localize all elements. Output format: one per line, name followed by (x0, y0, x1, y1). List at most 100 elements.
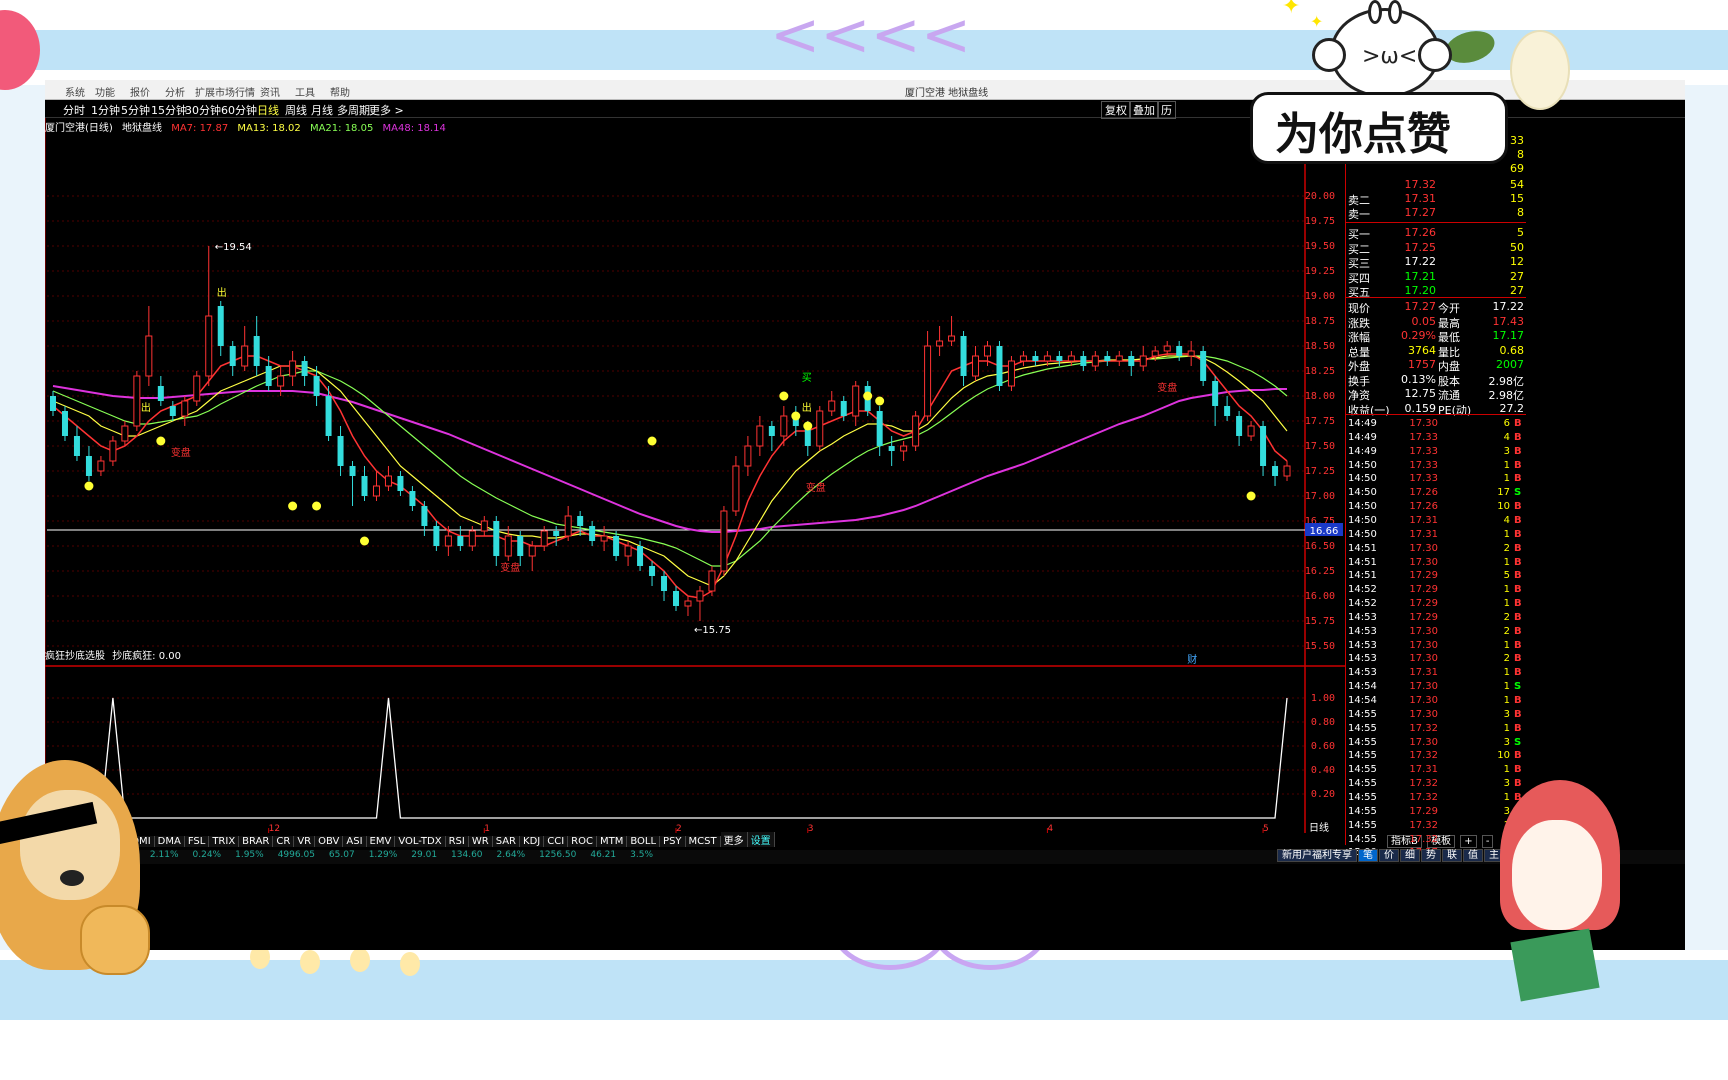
candle-body (50, 396, 56, 411)
period-tab[interactable]: 多周期 (337, 102, 370, 118)
period-tab[interactable]: 1分钟 (91, 102, 120, 118)
stat-value: 27.2 (1499, 401, 1525, 415)
indicator-tab[interactable]: EMV (366, 836, 396, 847)
menu-item[interactable]: 扩展市场行情 (195, 84, 255, 99)
candle-body (684, 600, 692, 607)
indicator-tab[interactable]: SAR (492, 836, 521, 847)
indicator-tab[interactable]: PSY (660, 836, 686, 847)
tick-side: B (1514, 667, 1522, 679)
tick-row: 14:55 17.32 10 B (1346, 750, 1526, 764)
stat-value: 0.68 (1499, 343, 1525, 357)
restore-rights-button[interactable]: 复权 (1101, 101, 1131, 119)
panel-tab[interactable]: 笔 (1358, 849, 1378, 862)
indicator-tab[interactable]: VR (294, 836, 316, 847)
tick-side: B (1514, 473, 1522, 485)
candle-body (97, 460, 105, 472)
star-icon: ✦ (1310, 12, 1324, 31)
tick-row: 14:50 17.31 4 B (1346, 515, 1526, 529)
tick-side: S (1514, 487, 1522, 499)
tick-price: 17.30 (1409, 542, 1438, 554)
indicator-tab[interactable]: KDJ (520, 836, 545, 847)
period-tab[interactable]: 更多 > (369, 102, 404, 118)
period-tab[interactable]: 15分钟 (151, 102, 187, 118)
signal-dot (1246, 491, 1256, 501)
signal-dot (863, 391, 873, 401)
tick-price: 17.33 (1409, 431, 1438, 443)
menu-item[interactable]: 工具 (295, 84, 315, 99)
indicator-tab[interactable]: ASI (343, 836, 367, 847)
signal-dot (360, 536, 369, 546)
indicator-tab[interactable]: MCST (685, 836, 721, 847)
panel-tab[interactable]: 值 (1463, 849, 1483, 862)
indicator-tab[interactable]: BOLL (627, 836, 661, 847)
menu-item[interactable]: 资讯 (260, 84, 280, 99)
indicator-tab[interactable]: FSL (184, 836, 210, 847)
trading-app-window: 系统 功能 报价 分析 扩展市场行情 资讯 工具 帮助 厦门空港 地狱盘线 分时… (45, 80, 1685, 950)
candle-body (888, 446, 895, 451)
indicator-tab[interactable]: WR (468, 836, 493, 847)
candle-body (1128, 356, 1135, 366)
overlay-button[interactable]: 叠加 (1129, 101, 1159, 119)
indicator-tab[interactable]: OBV (315, 836, 344, 847)
indicator-tab[interactable]: 更多 (720, 832, 748, 847)
tick-row: 14:54 17.30 1 S (1346, 681, 1526, 695)
panel-tab[interactable]: 势 (1421, 849, 1441, 862)
menu-item[interactable]: 功能 (95, 84, 115, 99)
candle-body (564, 515, 572, 537)
tick-price: 17.31 (1409, 764, 1438, 776)
candle-body (145, 335, 153, 377)
stat-value: 0.05 (1411, 314, 1437, 328)
tick-volume: 2 (1503, 611, 1510, 623)
panel-tab[interactable]: 细 (1400, 849, 1420, 862)
indicator-tab[interactable]: TRIX (209, 836, 240, 847)
candle-body (73, 436, 80, 456)
panel-tab[interactable]: 新用户福利专享 (1277, 849, 1357, 862)
girl-face (1512, 820, 1602, 930)
period-tab[interactable]: 月线 (311, 102, 333, 118)
menu-item[interactable]: 帮助 (330, 84, 350, 99)
indicator-tab[interactable]: MTM (596, 836, 628, 847)
panel-tab[interactable]: 价 (1379, 849, 1399, 862)
tick-row: 14:52 17.29 1 B (1346, 598, 1526, 612)
candle-body (229, 346, 236, 366)
indicator-tab[interactable]: CCI (544, 836, 569, 847)
candle-body (996, 346, 1003, 386)
menu-item[interactable]: 分析 (165, 84, 185, 99)
tick-side: B (1514, 778, 1522, 790)
indicator-tab[interactable]: DMA (154, 836, 185, 847)
period-tab[interactable]: 周线 (285, 102, 307, 118)
ask-price: 17.31 (1404, 192, 1437, 205)
panel-tab[interactable]: 联 (1442, 849, 1462, 862)
candle-body (1224, 406, 1231, 416)
tick-time: 14:53 (1348, 611, 1377, 623)
period-tab[interactable]: 60分钟 (221, 102, 257, 118)
bid-price: 17.26 (1404, 226, 1437, 239)
tick-side: S (1514, 736, 1522, 748)
indicator-tab[interactable]: VOL-TDX (395, 836, 446, 847)
star-icon: ✦ (1282, 0, 1301, 19)
period-tab[interactable]: 30分钟 (185, 102, 221, 118)
indicator-tab[interactable]: BRAR (239, 836, 274, 847)
signal-dot (84, 481, 94, 491)
status-item: 1256.50 (539, 850, 577, 860)
period-tab[interactable]: 5分钟 (121, 102, 150, 118)
tick-time: 14:51 (1348, 570, 1377, 582)
period-tab-active[interactable]: 日线 (257, 102, 279, 118)
indicator-tab[interactable]: ROC (568, 836, 597, 847)
menu-item[interactable]: 系统 (65, 84, 85, 99)
menu-item[interactable]: 报价 (130, 84, 150, 99)
price-tick-label: 17.75 (1305, 416, 1335, 427)
tick-time: 14:55 (1348, 736, 1377, 748)
tick-row: 14:51 17.29 5 B (1346, 570, 1526, 584)
tick-side: B (1514, 584, 1522, 596)
history-button[interactable]: 历 (1157, 101, 1176, 119)
indicator-tab[interactable]: CR (273, 836, 295, 847)
tick-time: 14:53 (1348, 653, 1377, 665)
indicator-tab[interactable]: 设置 (747, 832, 775, 847)
price-chart[interactable]: 20.00 19.75 19.50 19.25 19.00 18.75 18.50 18.25… (45, 118, 1345, 833)
bunny-hand (1312, 38, 1346, 72)
indicator-tab[interactable]: RSI (445, 836, 469, 847)
tick-price: 17.30 (1409, 639, 1438, 651)
period-tab[interactable]: 分时 (63, 102, 85, 118)
tick-volume: 3 (1503, 805, 1510, 817)
